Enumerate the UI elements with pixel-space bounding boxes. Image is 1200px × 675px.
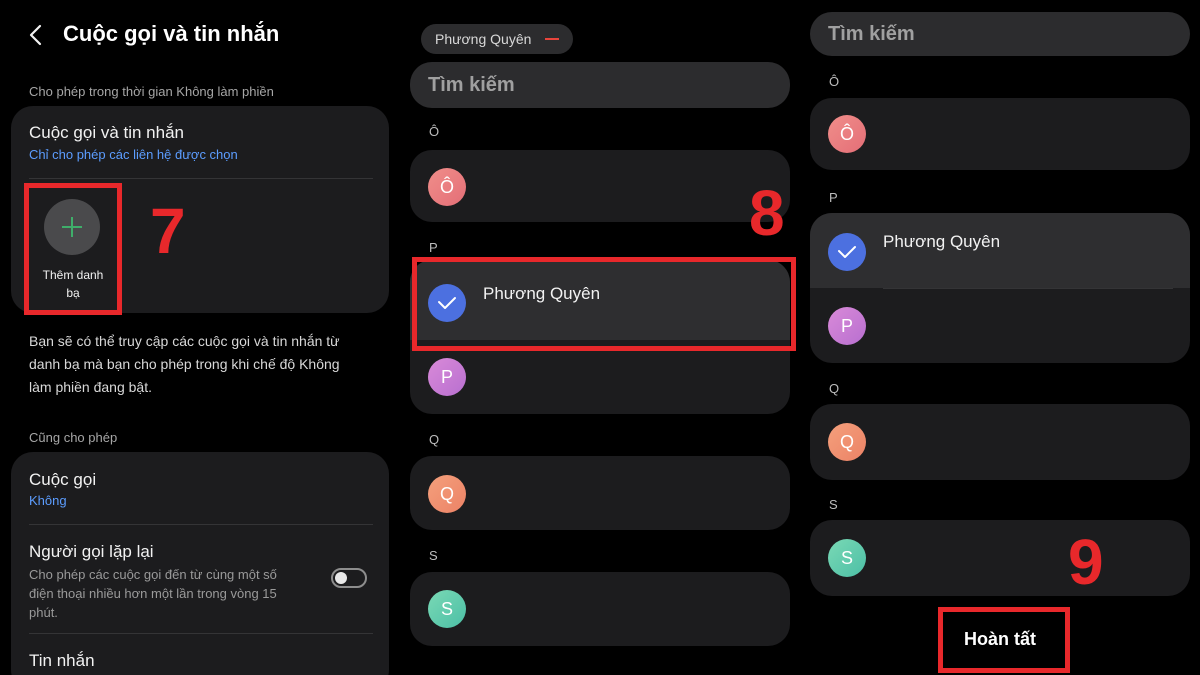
contact-picker-done-panel: Tìm kiếm Ô Ô P Phương Quyên P Q Q S S 9 … xyxy=(800,0,1200,675)
section-header-also-allow: Cũng cho phép xyxy=(29,430,118,445)
index-letter-s: S xyxy=(429,548,438,563)
index-letter-o: Ô xyxy=(429,124,440,139)
index-letter-p: P xyxy=(829,190,838,205)
avatar: S xyxy=(828,539,866,577)
calls-title: Cuộc gọi xyxy=(29,470,97,489)
step7-highlight-box xyxy=(24,183,122,315)
avatar: Ô xyxy=(828,115,866,153)
messages-row[interactable]: Tin nhắn xyxy=(11,634,389,674)
repeat-callers-row[interactable]: Người gọi lặp lại Cho phép các cuộc gọi … xyxy=(11,525,389,633)
contact-name: Phương Quyên xyxy=(883,232,1001,251)
step-9-label: 9 xyxy=(1068,526,1104,598)
back-arrow-icon[interactable] xyxy=(26,22,48,48)
index-letter-s: S xyxy=(829,497,838,512)
search-input[interactable]: Tìm kiếm xyxy=(810,12,1190,56)
contact-item-o[interactable]: Ô xyxy=(410,150,790,222)
remove-minus-icon[interactable] xyxy=(545,38,560,40)
step-8-label: 8 xyxy=(749,177,785,249)
chip-label: Phương Quyên xyxy=(435,31,532,47)
index-letter-q: Q xyxy=(829,381,840,396)
also-allow-card: Cuộc gọi Không Người gọi lặp lại Cho phé… xyxy=(11,452,389,675)
contact-item-s[interactable]: S xyxy=(410,572,790,646)
contact-item-s[interactable]: S xyxy=(810,520,1190,596)
contact-picker-panel: Phương Quyên Tìm kiếm Ô Ô 8 P Phương Quy… xyxy=(400,0,800,675)
calls-row[interactable]: Cuộc gọi Không xyxy=(11,452,389,524)
index-letter-o: Ô xyxy=(829,74,840,89)
contact-item-q[interactable]: Q xyxy=(810,404,1190,480)
avatar: P xyxy=(428,358,466,396)
toggle-knob xyxy=(335,572,347,584)
avatar: P xyxy=(828,307,866,345)
avatar: S xyxy=(428,590,466,628)
contact-item-o[interactable]: Ô xyxy=(810,98,1190,170)
messages-title: Tin nhắn xyxy=(29,651,95,670)
section-header-allow: Cho phép trong thời gian Không làm phiền xyxy=(29,84,274,99)
dnd-settings-panel: Cuộc gọi và tin nhắn Cho phép trong thời… xyxy=(0,0,400,675)
done-button[interactable]: Hoàn tất xyxy=(964,629,1036,650)
avatar: Q xyxy=(828,423,866,461)
description-text: Bạn sẽ có thể truy cập các cuộc gọi và t… xyxy=(29,333,340,395)
divider xyxy=(883,288,1173,289)
selected-contact-chip[interactable]: Phương Quyên xyxy=(421,24,574,54)
check-icon xyxy=(828,233,866,271)
repeat-callers-description: Cho phép các cuộc gọi đến từ cùng một số… xyxy=(29,567,277,620)
calls-messages-row[interactable]: Cuộc gọi và tin nhắn Chỉ cho phép các li… xyxy=(11,106,389,178)
search-input[interactable]: Tìm kiếm xyxy=(410,62,790,108)
avatar: Q xyxy=(428,475,466,513)
contact-item-selected[interactable]: Phương Quyên xyxy=(810,213,1190,288)
repeat-callers-title: Người gọi lặp lại xyxy=(29,542,154,561)
avatar: Ô xyxy=(428,168,466,206)
step-7-label: 7 xyxy=(150,195,186,267)
index-letter-p: P xyxy=(429,240,438,255)
repeat-callers-toggle[interactable] xyxy=(331,568,367,588)
page-title: Cuộc gọi và tin nhắn xyxy=(63,21,280,46)
calls-messages-title: Cuộc gọi và tin nhắn xyxy=(29,123,184,142)
contact-group-p: Phương Quyên P xyxy=(810,213,1190,363)
index-letter-q: Q xyxy=(429,432,440,447)
calls-subtitle: Không xyxy=(29,493,67,508)
calls-messages-subtitle: Chỉ cho phép các liên hệ được chọn xyxy=(29,147,238,162)
divider xyxy=(29,178,373,179)
contact-item-q[interactable]: Q xyxy=(410,456,790,530)
step8-highlight-box xyxy=(412,257,796,351)
